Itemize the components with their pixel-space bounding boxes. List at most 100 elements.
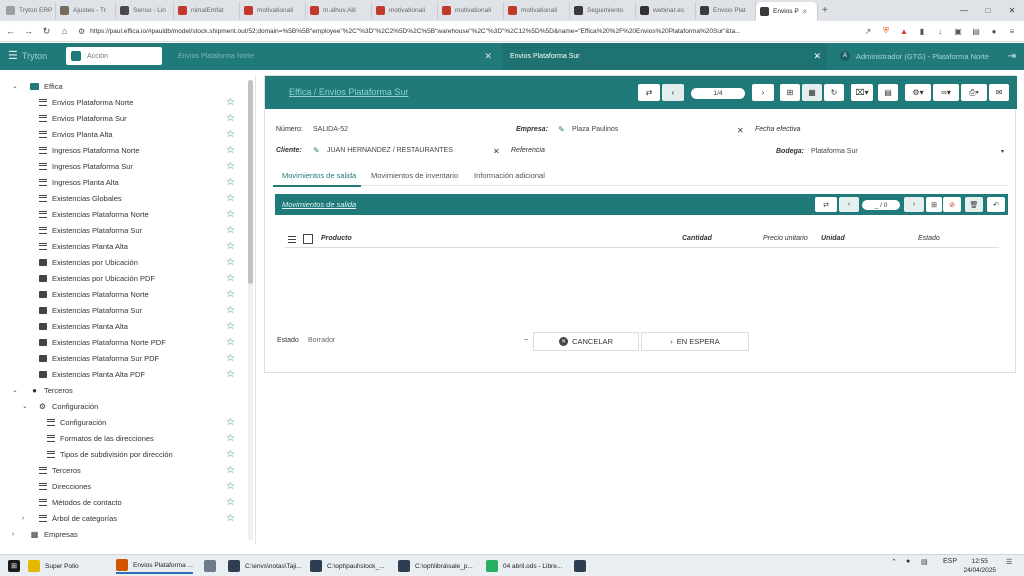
chevron-down-icon[interactable]: ⌄ (12, 82, 18, 90)
reload-icon[interactable]: ↻ (39, 26, 54, 37)
open-cliente-icon[interactable]: ✎ (313, 146, 320, 155)
sidebar-item[interactable]: Existencias Plataforma Norte ☆ (0, 286, 246, 302)
browser-tab[interactable]: Envios P ✕ (756, 2, 818, 21)
favorite-star-icon[interactable]: ☆ (226, 177, 235, 188)
sidebar-item[interactable]: Existencias Planta Alta PDF ☆ (0, 366, 246, 382)
browser-tab[interactable]: Ajustes - Tr (56, 2, 116, 19)
sidebar-item[interactable]: Existencias Plataforma Sur ☆ (0, 302, 246, 318)
new-tab-icon[interactable]: + (822, 5, 828, 16)
favorite-star-icon[interactable]: ☆ (226, 193, 235, 204)
close-window-icon[interactable]: ✕ (1000, 0, 1024, 21)
favorite-star-icon[interactable]: ☆ (226, 449, 235, 460)
favorite-star-icon[interactable]: ☆ (226, 433, 235, 444)
favorite-star-icon[interactable]: ☆ (226, 305, 235, 316)
close-tab-icon[interactable]: ✕ (802, 8, 808, 16)
next-record-button[interactable]: › (752, 84, 774, 101)
relate-button[interactable]: ∞▾ (933, 84, 959, 101)
sidebar-item[interactable]: Ingresos Plataforma Norte ☆ (0, 142, 246, 158)
chevron-down-icon[interactable]: ⌄ (12, 386, 18, 394)
favorite-star-icon[interactable]: ☆ (226, 353, 235, 364)
favorite-star-icon[interactable]: ☆ (226, 241, 235, 252)
close-tab-icon[interactable]: ✕ (484, 51, 492, 62)
new-record-button[interactable]: ⊞ (780, 84, 800, 101)
system-clock[interactable]: 12:55 24/04/2025 (963, 557, 996, 575)
browser-tab[interactable]: Tryton ERP (2, 2, 56, 19)
brave-shield-icon[interactable]: ⛨ (880, 24, 892, 38)
column-precio-unitario[interactable]: Precio unitario (763, 235, 808, 242)
browser-tab[interactable]: motivationali (504, 2, 570, 19)
browser-tab[interactable]: nimalEmfat (174, 2, 240, 19)
sidebar-item[interactable]: › ▦ Empresas (0, 526, 246, 542)
email-button[interactable]: ✉ (989, 84, 1009, 101)
sidebar-item[interactable]: Existencias Plataforma Norte PDF ☆ (0, 334, 246, 350)
browser-tab[interactable]: motivationali (240, 2, 306, 19)
actions-button[interactable]: ⚙▾ (905, 84, 931, 101)
favorite-star-icon[interactable]: ☆ (226, 145, 235, 156)
chevron-down-icon[interactable]: ⌄ (22, 402, 28, 410)
sidebar-item[interactable]: Existencias por Ubicación PDF ☆ (0, 270, 246, 286)
sidebar-item[interactable]: Existencias Plataforma Sur ☆ (0, 222, 246, 238)
tray-chevron-icon[interactable]: ⌃ (891, 558, 897, 566)
favorite-star-icon[interactable]: ☆ (226, 97, 235, 108)
vpn-icon[interactable]: ● (988, 24, 1000, 38)
favorite-star-icon[interactable]: ☆ (226, 497, 235, 508)
estado-select[interactable]: Borrador – (308, 336, 528, 344)
favorite-star-icon[interactable]: ☆ (226, 225, 235, 236)
browser-tab[interactable]: Senso - Lin (116, 2, 174, 19)
favorite-star-icon[interactable]: ☆ (226, 321, 235, 332)
taskbar-item[interactable]: C:\opt\paul\stock_... (310, 558, 384, 574)
forward-icon[interactable]: → (21, 26, 36, 36)
close-tab-icon[interactable]: ✕ (813, 51, 821, 62)
favorite-star-icon[interactable]: ☆ (226, 289, 235, 300)
column-menu-icon[interactable] (288, 236, 296, 243)
sidebar-item[interactable]: Métodos de contacto ☆ (0, 494, 246, 510)
bodega-select[interactable]: Plataforma Sur (811, 148, 858, 155)
favorite-star-icon[interactable]: ☆ (226, 129, 235, 140)
action-search[interactable] (66, 47, 162, 65)
sidebar-item[interactable]: Existencias Globales ☆ (0, 190, 246, 206)
back-icon[interactable]: ← (3, 26, 18, 36)
taskbar-item[interactable] (574, 558, 591, 574)
tab-movimientos-inventario[interactable]: Movimientos de inventario (371, 171, 458, 180)
moves-delete-icon[interactable]: 🗑 (965, 197, 983, 212)
save-record-button[interactable]: ▦ (802, 84, 822, 101)
extensions-icon[interactable]: ▣ (952, 24, 964, 38)
moves-add-button[interactable]: ⊞ (926, 197, 942, 212)
favorite-star-icon[interactable]: ☆ (226, 257, 235, 268)
switch-view-button[interactable]: ⇄ (638, 84, 660, 101)
favorite-star-icon[interactable]: ☆ (226, 161, 235, 172)
taskbar-item[interactable]: C:\envs\notas\Taji... (228, 558, 302, 574)
brave-rewards-icon[interactable]: ▲ (898, 24, 910, 38)
moves-previous-button[interactable]: ‹ (839, 197, 859, 212)
browser-tab[interactable]: webinar.es (636, 2, 696, 19)
previous-record-button[interactable]: ‹ (662, 84, 684, 101)
sidebar-item[interactable]: Direcciones ☆ (0, 478, 246, 494)
taskbar-item[interactable]: Envios Plataforma ... (116, 558, 193, 574)
sidebar-item[interactable]: Existencias Planta Alta ☆ (0, 238, 246, 254)
user-menu[interactable]: A Administrador (GTG) - Plataforma Norte (840, 51, 989, 61)
favorite-star-icon[interactable]: ☆ (226, 417, 235, 428)
bodega-dropdown-icon[interactable]: ▾ (1001, 148, 1004, 155)
clear-cliente-icon[interactable]: ✕ (493, 147, 500, 156)
logout-icon[interactable]: ⇥ (1008, 51, 1016, 62)
taskbar-item[interactable]: 04 abril.ods - Libre... (486, 558, 562, 574)
wait-button[interactable]: › EN ESPERA (641, 332, 749, 351)
sidebar-item[interactable]: Envios Plataforma Sur ☆ (0, 110, 246, 126)
sidebar-scrollbar[interactable] (248, 80, 253, 540)
sidebar-item[interactable]: Existencias Plataforma Sur PDF ☆ (0, 350, 246, 366)
tab-informacion-adicional[interactable]: Información adicional (474, 171, 545, 180)
tray-network-icon[interactable]: ▤ (921, 558, 928, 566)
numero-value[interactable]: SALIDA-52 (313, 126, 348, 133)
moves-undo-icon[interactable]: ↶ (987, 197, 1005, 212)
sidebar-item[interactable]: Ingresos Plataforma Sur ☆ (0, 158, 246, 174)
cancel-button[interactable]: ✕ CANCELAR (533, 332, 639, 351)
reload-record-button[interactable]: ↻ (824, 84, 844, 101)
input-language[interactable]: ESP (943, 558, 957, 565)
favorite-star-icon[interactable]: ☆ (226, 273, 235, 284)
print-button[interactable]: ⎙▾ (961, 84, 987, 101)
attachment-button[interactable]: ⌧▾ (851, 84, 873, 101)
moves-switch-view-button[interactable]: ⇄ (815, 197, 837, 212)
favorite-star-icon[interactable]: ☆ (226, 113, 235, 124)
favorite-star-icon[interactable]: ☆ (226, 481, 235, 492)
home-icon[interactable]: ⌂ (57, 26, 72, 36)
